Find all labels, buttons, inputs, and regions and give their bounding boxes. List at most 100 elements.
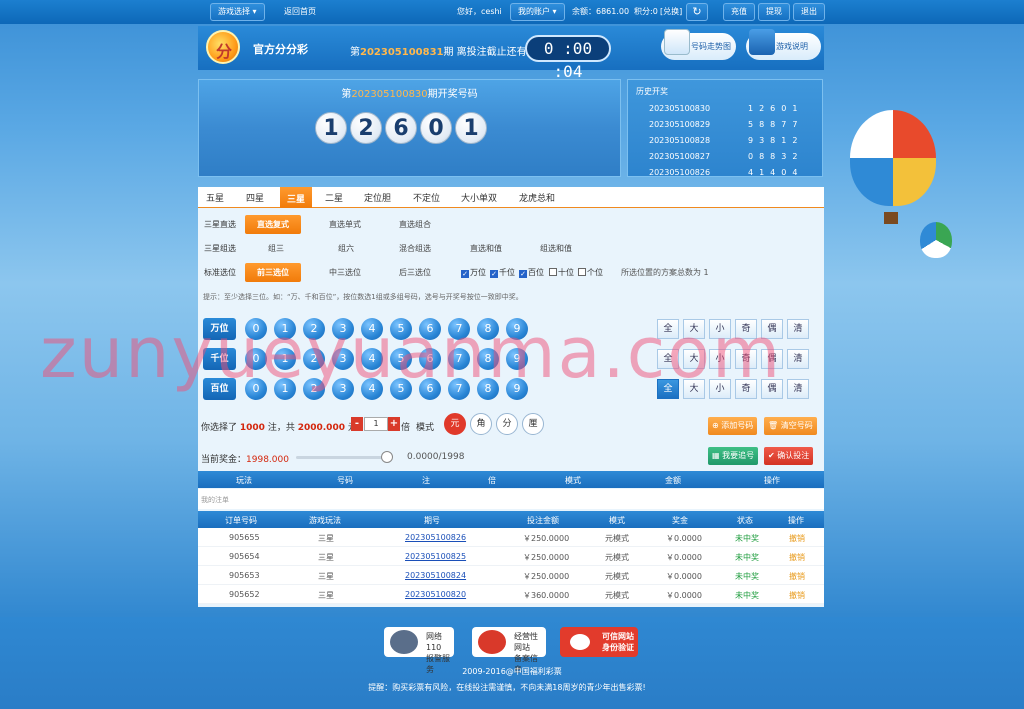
multiplier-increase-button[interactable]: + bbox=[388, 417, 400, 431]
home-link[interactable]: 返回首页 bbox=[284, 6, 316, 17]
filter-button[interactable]: 全 bbox=[657, 319, 679, 339]
number-ball[interactable]: 9 bbox=[506, 318, 528, 340]
number-ball[interactable]: 0 bbox=[245, 318, 267, 340]
number-ball[interactable]: 3 bbox=[332, 378, 354, 400]
filter-button[interactable]: 清 bbox=[787, 319, 809, 339]
add-numbers-button[interactable]: ⊕ 添加号码 bbox=[708, 417, 758, 435]
mode-jiao[interactable]: 角 bbox=[470, 413, 492, 435]
cancel-order-link[interactable]: 撤销 bbox=[789, 571, 805, 582]
option-group-three[interactable]: 组三 bbox=[268, 243, 284, 254]
number-ball[interactable]: 9 bbox=[506, 348, 528, 370]
number-ball[interactable]: 4 bbox=[361, 348, 383, 370]
slider-handle[interactable] bbox=[381, 451, 393, 463]
order-period-link[interactable]: 202305100820 bbox=[405, 590, 466, 599]
tab-three-star[interactable]: 三星 bbox=[280, 187, 313, 208]
number-ball[interactable]: 4 bbox=[361, 378, 383, 400]
tab-dragon-tiger[interactable]: 龙虎总和 bbox=[519, 191, 555, 204]
number-ball[interactable]: 3 bbox=[332, 348, 354, 370]
option-group-sum[interactable]: 组选和值 bbox=[540, 243, 572, 254]
filter-button[interactable]: 大 bbox=[683, 349, 705, 369]
number-ball[interactable]: 5 bbox=[390, 378, 412, 400]
mode-li[interactable]: 厘 bbox=[522, 413, 544, 435]
checkbox-bai[interactable]: ✓ 百位 bbox=[519, 267, 544, 278]
option-direct-combo[interactable]: 直选组合 bbox=[399, 219, 431, 230]
trusted-site-badge[interactable]: 可信网站 身份验证 bbox=[560, 627, 638, 657]
tab-position[interactable]: 定位胆 bbox=[364, 191, 391, 204]
filter-button[interactable]: 清 bbox=[787, 379, 809, 399]
checkbox-shi[interactable]: 十位 bbox=[549, 267, 574, 278]
number-ball[interactable]: 6 bbox=[419, 318, 441, 340]
filter-button[interactable]: 全 bbox=[657, 379, 679, 399]
my-account-dropdown[interactable]: 我的账户 ▾ bbox=[510, 3, 565, 21]
option-direct-multi[interactable]: 直选复式 bbox=[245, 215, 301, 234]
checkbox-qian[interactable]: ✓ 千位 bbox=[490, 267, 515, 278]
game-rules-button[interactable]: 游戏说明 bbox=[746, 29, 821, 60]
number-ball[interactable]: 7 bbox=[448, 318, 470, 340]
number-ball[interactable]: 2 bbox=[303, 348, 325, 370]
option-mixed-group[interactable]: 混合组选 bbox=[399, 243, 431, 254]
chase-button[interactable]: ▦ 我要追号 bbox=[708, 447, 759, 465]
number-ball[interactable]: 1 bbox=[274, 378, 296, 400]
multiplier-input[interactable]: 1 bbox=[364, 417, 388, 431]
checkbox-wan[interactable]: ✓ 万位 bbox=[461, 267, 486, 278]
order-period-link[interactable]: 202305100824 bbox=[405, 571, 466, 580]
number-ball[interactable]: 2 bbox=[303, 378, 325, 400]
rebate-slider[interactable] bbox=[296, 456, 392, 459]
filter-button[interactable]: 小 bbox=[709, 349, 731, 369]
number-ball[interactable]: 4 bbox=[361, 318, 383, 340]
exchange-link[interactable]: [兑换] bbox=[660, 6, 682, 17]
number-ball[interactable]: 7 bbox=[448, 348, 470, 370]
number-ball[interactable]: 5 bbox=[390, 318, 412, 340]
filter-button[interactable]: 全 bbox=[657, 349, 679, 369]
order-period-link[interactable]: 202305100825 bbox=[405, 552, 466, 561]
multiplier-decrease-button[interactable]: - bbox=[351, 417, 363, 431]
business-record-badge[interactable]: 经营性网站 备案信息 bbox=[472, 627, 546, 674]
option-back-three[interactable]: 后三选位 bbox=[399, 267, 431, 278]
cancel-order-link[interactable]: 撤销 bbox=[789, 533, 805, 544]
recharge-button[interactable]: 充值 bbox=[723, 3, 755, 21]
confirm-bet-button[interactable]: ✔ 确认投注 bbox=[764, 447, 814, 465]
option-front-three[interactable]: 前三选位 bbox=[245, 263, 301, 282]
logout-button[interactable]: 退出 bbox=[793, 3, 825, 21]
filter-button[interactable]: 偶 bbox=[761, 349, 783, 369]
filter-button[interactable]: 大 bbox=[683, 379, 705, 399]
number-ball[interactable]: 6 bbox=[419, 348, 441, 370]
filter-button[interactable]: 大 bbox=[683, 319, 705, 339]
number-ball[interactable]: 8 bbox=[477, 378, 499, 400]
tab-five-star[interactable]: 五星 bbox=[206, 191, 224, 204]
refresh-icon[interactable]: ↻ bbox=[686, 3, 708, 21]
number-ball[interactable]: 7 bbox=[448, 378, 470, 400]
filter-button[interactable]: 小 bbox=[709, 319, 731, 339]
game-select-dropdown[interactable]: 游戏选择 ▾ bbox=[210, 3, 265, 21]
number-ball[interactable]: 1 bbox=[274, 348, 296, 370]
mode-fen[interactable]: 分 bbox=[496, 413, 518, 435]
number-ball[interactable]: 5 bbox=[390, 348, 412, 370]
checkbox-ge[interactable]: 个位 bbox=[578, 267, 603, 278]
withdraw-button[interactable]: 提现 bbox=[758, 3, 790, 21]
tab-four-star[interactable]: 四星 bbox=[246, 191, 264, 204]
mode-yuan[interactable]: 元 bbox=[444, 413, 466, 435]
number-ball[interactable]: 8 bbox=[477, 318, 499, 340]
cancel-order-link[interactable]: 撤销 bbox=[789, 552, 805, 563]
filter-button[interactable]: 清 bbox=[787, 349, 809, 369]
tab-unfixed[interactable]: 不定位 bbox=[413, 191, 440, 204]
number-ball[interactable]: 6 bbox=[419, 378, 441, 400]
option-direct-sum[interactable]: 直选和值 bbox=[470, 243, 502, 254]
filter-button[interactable]: 奇 bbox=[735, 349, 757, 369]
police-110-badge[interactable]: 网络110 报警服务 bbox=[384, 627, 454, 674]
tab-big-small[interactable]: 大小单双 bbox=[461, 191, 497, 204]
trend-chart-button[interactable]: 号码走势图 bbox=[661, 29, 736, 60]
option-direct-single[interactable]: 直选单式 bbox=[329, 219, 361, 230]
filter-button[interactable]: 偶 bbox=[761, 319, 783, 339]
number-ball[interactable]: 8 bbox=[477, 348, 499, 370]
cancel-order-link[interactable]: 撤销 bbox=[789, 590, 805, 601]
option-group-six[interactable]: 组六 bbox=[338, 243, 354, 254]
order-period-link[interactable]: 202305100826 bbox=[405, 533, 466, 542]
number-ball[interactable]: 0 bbox=[245, 378, 267, 400]
filter-button[interactable]: 奇 bbox=[735, 319, 757, 339]
number-ball[interactable]: 2 bbox=[303, 318, 325, 340]
number-ball[interactable]: 0 bbox=[245, 348, 267, 370]
number-ball[interactable]: 9 bbox=[506, 378, 528, 400]
filter-button[interactable]: 奇 bbox=[735, 379, 757, 399]
tab-two-star[interactable]: 二星 bbox=[325, 191, 343, 204]
